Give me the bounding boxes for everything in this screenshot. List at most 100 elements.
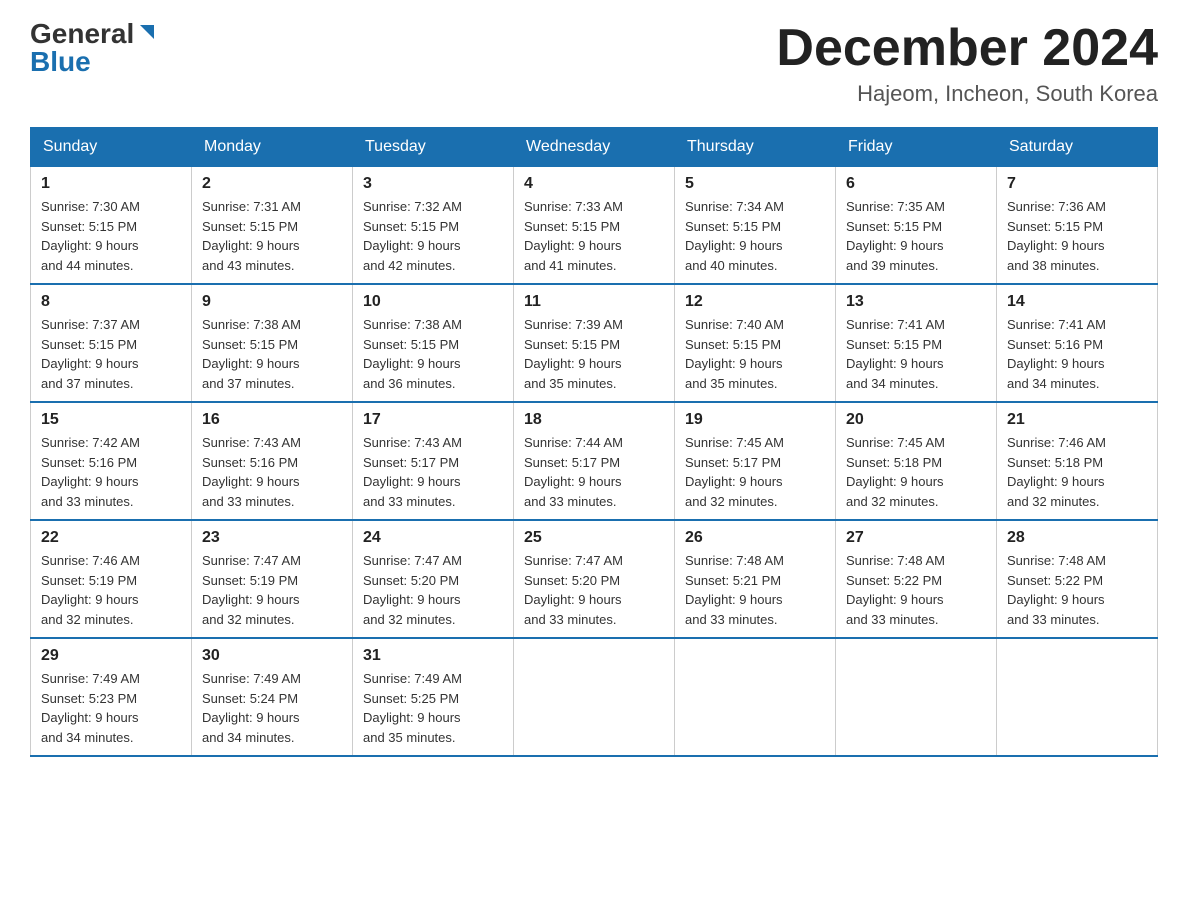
day-cell: 8Sunrise: 7:37 AMSunset: 5:15 PMDaylight… [31, 284, 192, 402]
week-row-2: 8Sunrise: 7:37 AMSunset: 5:15 PMDaylight… [31, 284, 1158, 402]
day-cell: 12 Sunrise: 7:40 AMSunset: 5:15 PMDayligh… [675, 284, 836, 402]
day-number: 14 [1007, 293, 1147, 311]
day-number: 21 [1007, 411, 1147, 429]
day-info: Sunrise: 7:48 AMSunset: 5:22 PMDaylight:… [1007, 551, 1147, 629]
day-info: Sunrise: 7:39 AMSunset: 5:15 PMDaylight:… [524, 315, 664, 393]
week-row-5: 29Sunrise: 7:49 AMSunset: 5:23 PMDayligh… [31, 638, 1158, 756]
day-cell: 17Sunrise: 7:43 AMSunset: 5:17 PMDayligh… [353, 402, 514, 520]
day-info: Sunrise: 7:49 AMSunset: 5:24 PMDaylight:… [202, 669, 342, 747]
day-cell: 21 Sunrise: 7:46 AMSunset: 5:18 PMDayligh… [997, 402, 1158, 520]
day-info: Sunrise: 7:49 AMSunset: 5:25 PMDaylight:… [363, 669, 503, 747]
day-info: Sunrise: 7:46 AMSunset: 5:18 PMDaylight:… [1007, 433, 1147, 511]
day-number: 26 [685, 529, 825, 547]
day-cell: 10Sunrise: 7:38 AMSunset: 5:15 PMDayligh… [353, 284, 514, 402]
week-row-1: 1 Sunrise: 7:30 AMSunset: 5:15 PMDaylight… [31, 167, 1158, 285]
day-cell: 6 Sunrise: 7:35 AMSunset: 5:15 PMDaylight… [836, 167, 997, 285]
day-cell: 27 Sunrise: 7:48 AMSunset: 5:22 PMDayligh… [836, 520, 997, 638]
day-number: 11 [524, 293, 664, 311]
logo-arrow-icon [136, 21, 158, 43]
day-number: 22 [41, 529, 181, 547]
logo-blue-text: Blue [30, 48, 91, 76]
day-info: Sunrise: 7:45 AMSunset: 5:18 PMDaylight:… [846, 433, 986, 511]
day-cell: 23Sunrise: 7:47 AMSunset: 5:19 PMDayligh… [192, 520, 353, 638]
day-cell: 24 Sunrise: 7:47 AMSunset: 5:20 PMDayligh… [353, 520, 514, 638]
day-number: 8 [41, 293, 181, 311]
day-cell [836, 638, 997, 756]
day-cell: 18Sunrise: 7:44 AMSunset: 5:17 PMDayligh… [514, 402, 675, 520]
day-number: 24 [363, 529, 503, 547]
day-info: Sunrise: 7:43 AMSunset: 5:17 PMDaylight:… [363, 433, 503, 511]
day-cell [514, 638, 675, 756]
day-cell: 3 Sunrise: 7:32 AMSunset: 5:15 PMDaylight… [353, 167, 514, 285]
day-info: Sunrise: 7:38 AMSunset: 5:15 PMDaylight:… [202, 315, 342, 393]
day-cell: 15Sunrise: 7:42 AMSunset: 5:16 PMDayligh… [31, 402, 192, 520]
day-cell: 31 Sunrise: 7:49 AMSunset: 5:25 PMDayligh… [353, 638, 514, 756]
day-cell: 1 Sunrise: 7:30 AMSunset: 5:15 PMDaylight… [31, 167, 192, 285]
calendar-table: SundayMondayTuesdayWednesdayThursdayFrid… [30, 127, 1158, 757]
day-number: 16 [202, 411, 342, 429]
day-cell: 5Sunrise: 7:34 AMSunset: 5:15 PMDaylight… [675, 167, 836, 285]
day-info: Sunrise: 7:47 AMSunset: 5:20 PMDaylight:… [524, 551, 664, 629]
day-info: Sunrise: 7:49 AMSunset: 5:23 PMDaylight:… [41, 669, 181, 747]
day-number: 15 [41, 411, 181, 429]
day-number: 4 [524, 175, 664, 193]
day-number: 28 [1007, 529, 1147, 547]
day-number: 6 [846, 175, 986, 193]
day-info: Sunrise: 7:31 AMSunset: 5:15 PMDaylight:… [202, 197, 342, 275]
day-info: Sunrise: 7:43 AMSunset: 5:16 PMDaylight:… [202, 433, 342, 511]
day-number: 3 [363, 175, 503, 193]
day-cell: 20 Sunrise: 7:45 AMSunset: 5:18 PMDayligh… [836, 402, 997, 520]
day-number: 31 [363, 647, 503, 665]
day-number: 5 [685, 175, 825, 193]
day-number: 9 [202, 293, 342, 311]
day-number: 23 [202, 529, 342, 547]
day-cell: 7 Sunrise: 7:36 AMSunset: 5:15 PMDaylight… [997, 167, 1158, 285]
day-info: Sunrise: 7:30 AMSunset: 5:15 PMDaylight:… [41, 197, 181, 275]
location-subtitle: Hajeom, Incheon, South Korea [776, 81, 1158, 107]
day-number: 10 [363, 293, 503, 311]
day-info: Sunrise: 7:36 AMSunset: 5:15 PMDaylight:… [1007, 197, 1147, 275]
day-info: Sunrise: 7:32 AMSunset: 5:15 PMDaylight:… [363, 197, 503, 275]
day-cell: 22 Sunrise: 7:46 AMSunset: 5:19 PMDayligh… [31, 520, 192, 638]
day-number: 27 [846, 529, 986, 547]
day-info: Sunrise: 7:35 AMSunset: 5:15 PMDaylight:… [846, 197, 986, 275]
week-row-3: 15Sunrise: 7:42 AMSunset: 5:16 PMDayligh… [31, 402, 1158, 520]
month-year-title: December 2024 [776, 20, 1158, 77]
weekday-header-friday: Friday [836, 128, 997, 167]
day-number: 20 [846, 411, 986, 429]
day-number: 2 [202, 175, 342, 193]
day-info: Sunrise: 7:44 AMSunset: 5:17 PMDaylight:… [524, 433, 664, 511]
day-cell: 14Sunrise: 7:41 AMSunset: 5:16 PMDayligh… [997, 284, 1158, 402]
day-info: Sunrise: 7:48 AMSunset: 5:22 PMDaylight:… [846, 551, 986, 629]
day-number: 19 [685, 411, 825, 429]
title-block: December 2024 Hajeom, Incheon, South Kor… [776, 20, 1158, 107]
page-header: General Blue December 2024 Hajeom, Inche… [30, 20, 1158, 107]
day-number: 7 [1007, 175, 1147, 193]
day-cell: 9 Sunrise: 7:38 AMSunset: 5:15 PMDaylight… [192, 284, 353, 402]
day-cell: 28 Sunrise: 7:48 AMSunset: 5:22 PMDayligh… [997, 520, 1158, 638]
day-info: Sunrise: 7:46 AMSunset: 5:19 PMDaylight:… [41, 551, 181, 629]
logo-general-text: General [30, 20, 134, 48]
day-number: 13 [846, 293, 986, 311]
day-cell: 13Sunrise: 7:41 AMSunset: 5:15 PMDayligh… [836, 284, 997, 402]
weekday-header-sunday: Sunday [31, 128, 192, 167]
day-info: Sunrise: 7:48 AMSunset: 5:21 PMDaylight:… [685, 551, 825, 629]
logo: General Blue [30, 20, 158, 76]
day-info: Sunrise: 7:40 AMSunset: 5:15 PMDaylight:… [685, 315, 825, 393]
day-number: 25 [524, 529, 664, 547]
weekday-header-saturday: Saturday [997, 128, 1158, 167]
day-cell: 30 Sunrise: 7:49 AMSunset: 5:24 PMDayligh… [192, 638, 353, 756]
day-cell [997, 638, 1158, 756]
day-cell: 25 Sunrise: 7:47 AMSunset: 5:20 PMDayligh… [514, 520, 675, 638]
day-cell: 16 Sunrise: 7:43 AMSunset: 5:16 PMDayligh… [192, 402, 353, 520]
weekday-header-wednesday: Wednesday [514, 128, 675, 167]
day-info: Sunrise: 7:33 AMSunset: 5:15 PMDaylight:… [524, 197, 664, 275]
day-number: 12 [685, 293, 825, 311]
day-info: Sunrise: 7:45 AMSunset: 5:17 PMDaylight:… [685, 433, 825, 511]
day-number: 30 [202, 647, 342, 665]
day-number: 1 [41, 175, 181, 193]
day-info: Sunrise: 7:47 AMSunset: 5:20 PMDaylight:… [363, 551, 503, 629]
day-cell: 4 Sunrise: 7:33 AMSunset: 5:15 PMDaylight… [514, 167, 675, 285]
weekday-header-thursday: Thursday [675, 128, 836, 167]
week-row-4: 22 Sunrise: 7:46 AMSunset: 5:19 PMDayligh… [31, 520, 1158, 638]
